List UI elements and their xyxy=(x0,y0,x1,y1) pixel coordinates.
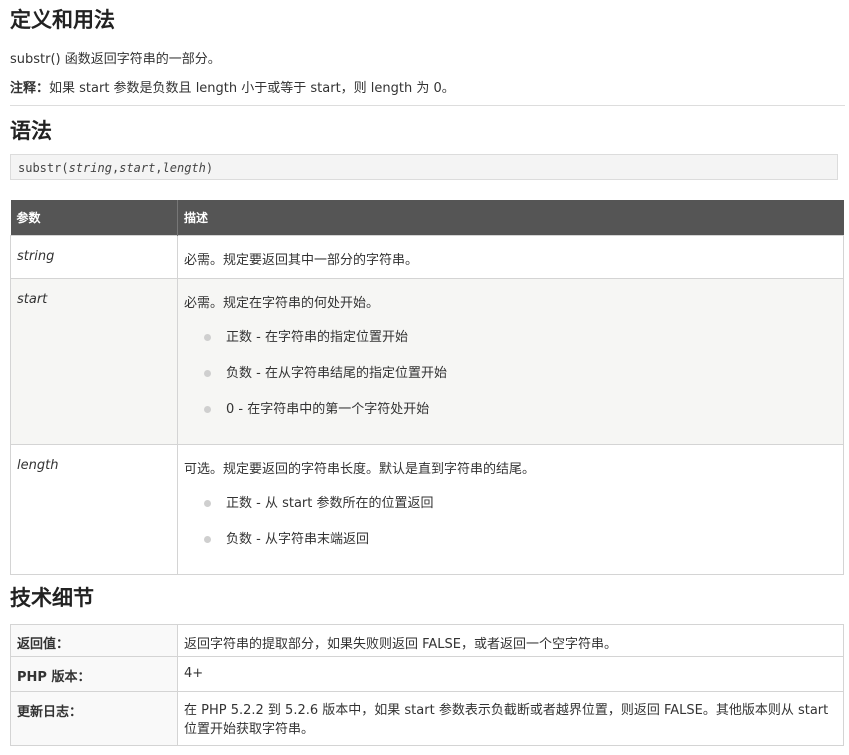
code-arg-start: start xyxy=(119,161,156,175)
bullet-list: 正数 - 在字符串的指定位置开始 负数 - 在从字符串结尾的指定位置开始 0 -… xyxy=(184,320,837,428)
table-row: 更新日志： 在 PHP 5.2.2 到 5.2.6 版本中，如果 start 参… xyxy=(10,691,844,746)
param-name: string xyxy=(10,235,178,279)
tech-details-table: 返回值： 返回字符串的提取部分，如果失败则返回 FALSE，或者返回一个空字符串… xyxy=(10,624,844,746)
definition-intro: substr() 函数返回字符串的一部分。 xyxy=(10,52,221,67)
param-desc: 可选。规定要返回的字符串长度。默认是直到字符串的结尾。 正数 - 从 start… xyxy=(177,444,844,575)
code-arg-string: string xyxy=(68,161,112,175)
list-item: 负数 - 在从字符串结尾的指定位置开始 xyxy=(184,356,837,392)
table-row: length 可选。规定要返回的字符串长度。默认是直到字符串的结尾。 正数 - … xyxy=(10,444,844,575)
definition-heading: 定义和用法 xyxy=(10,8,115,32)
bullet-list: 正数 - 从 start 参数所在的位置返回 负数 - 从字符串末端返回 xyxy=(184,486,837,558)
section-divider xyxy=(10,105,845,106)
code-close: ) xyxy=(205,161,214,175)
syntax-code-box: substr(string,start,length) xyxy=(10,154,838,180)
note-text: 如果 start 参数是负数且 length 小于或等于 start，则 len… xyxy=(49,81,455,96)
list-item: 正数 - 从 start 参数所在的位置返回 xyxy=(184,486,837,522)
param-desc: 必需。规定要返回其中一部分的字符串。 xyxy=(177,235,844,279)
table-row: string 必需。规定要返回其中一部分的字符串。 xyxy=(10,235,844,279)
tech-value: 返回字符串的提取部分，如果失败则返回 FALSE，或者返回一个空字符串。 xyxy=(177,624,844,657)
table-row: PHP 版本： 4+ xyxy=(10,656,844,692)
code-fn: substr( xyxy=(18,161,69,175)
col-header-desc: 描述 xyxy=(177,200,844,236)
definition-note: 注释：如果 start 参数是负数且 length 小于或等于 start，则 … xyxy=(10,77,455,96)
code-sep: , xyxy=(155,161,163,175)
syntax-heading: 语法 xyxy=(10,119,52,143)
col-header-param: 参数 xyxy=(10,200,178,236)
tech-value: 在 PHP 5.2.2 到 5.2.6 版本中，如果 start 参数表示负截断… xyxy=(177,691,844,746)
tech-key: 返回值： xyxy=(10,624,178,657)
tech-key: 更新日志： xyxy=(10,691,178,746)
param-name: length xyxy=(10,444,178,575)
list-item: 正数 - 在字符串的指定位置开始 xyxy=(184,320,837,356)
tech-key: PHP 版本： xyxy=(10,656,178,692)
table-header-row: 参数 描述 xyxy=(10,200,844,236)
param-desc: 必需。规定在字符串的何处开始。 正数 - 在字符串的指定位置开始 负数 - 在从… xyxy=(177,278,844,445)
page: 定义和用法 substr() 函数返回字符串的一部分。 注释：如果 start … xyxy=(0,0,849,755)
tech-details-heading: 技术细节 xyxy=(10,586,94,610)
param-name: start xyxy=(10,278,178,445)
table-row: 返回值： 返回字符串的提取部分，如果失败则返回 FALSE，或者返回一个空字符串… xyxy=(10,624,844,657)
list-item: 负数 - 从字符串末端返回 xyxy=(184,522,837,558)
note-label: 注释： xyxy=(10,81,50,96)
tech-value: 4+ xyxy=(177,656,844,692)
parameters-table: 参数 描述 string 必需。规定要返回其中一部分的字符串。 start 必需… xyxy=(10,200,844,575)
list-item: 0 - 在字符串中的第一个字符处开始 xyxy=(184,392,837,428)
table-row: start 必需。规定在字符串的何处开始。 正数 - 在字符串的指定位置开始 负… xyxy=(10,278,844,445)
code-arg-length: length xyxy=(162,161,206,175)
